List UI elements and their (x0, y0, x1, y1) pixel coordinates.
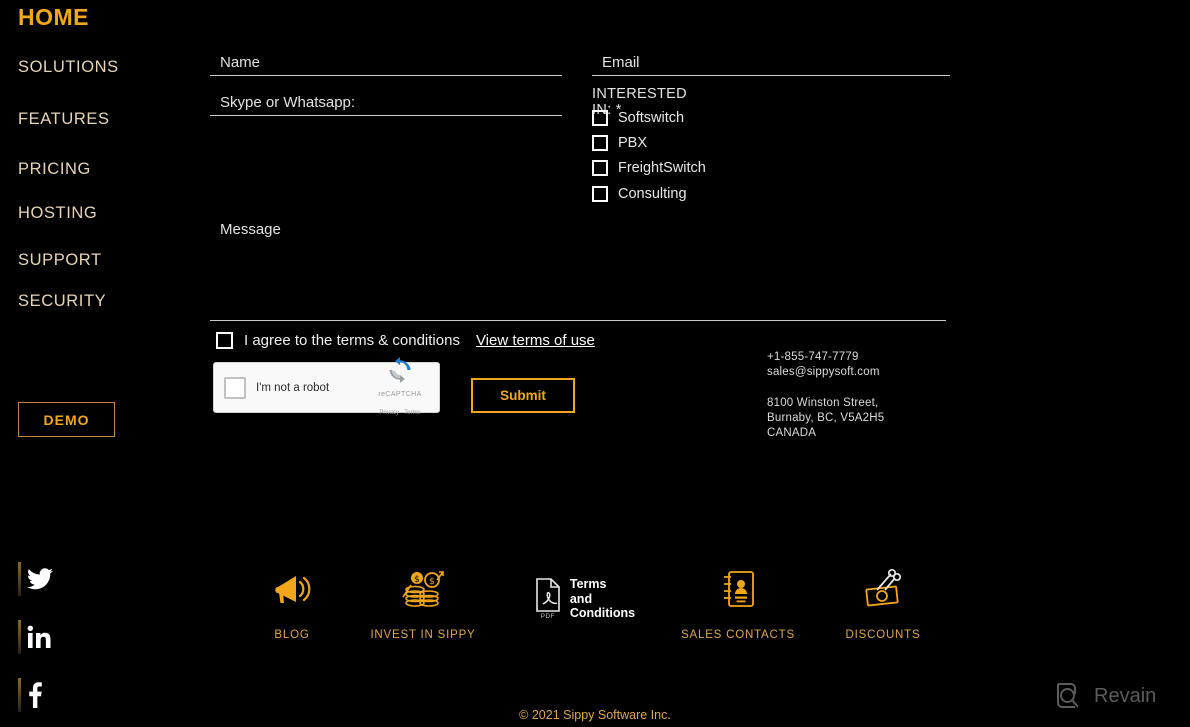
contact-info-block: +1-855-747-7779 sales@sippysoft.com 8100… (767, 350, 884, 441)
sidebar-item-security[interactable]: SECURITY (18, 292, 106, 311)
footer-link-sales-label: SALES CONTACTS (681, 629, 795, 641)
message-field-placeholder: Message (220, 221, 281, 238)
footer-links: BLOG $ $ INVEST IN SIPPY PDF Terms and C… (0, 555, 1190, 665)
contact-phone[interactable]: +1-855-747-7779 (767, 350, 884, 365)
submit-button[interactable]: Submit (471, 378, 575, 413)
address-book-icon (717, 563, 759, 619)
terms-line3: Conditions (569, 606, 636, 620)
revain-logo-icon (1057, 683, 1079, 708)
footer-link-invest-label: INVEST IN SIPPY (370, 629, 476, 641)
contact-address-line1: 8100 Winston Street, (767, 397, 879, 409)
interest-label-consulting: Consulting (618, 186, 687, 202)
page-root: HOME SOLUTIONS FEATURES PRICING HOSTING … (0, 0, 1190, 727)
contact-spacer (767, 380, 884, 396)
footer-link-blog[interactable]: BLOG (242, 563, 342, 641)
svg-text:$: $ (414, 575, 420, 585)
footer-link-sales-contacts[interactable]: SALES CONTACTS (681, 563, 794, 641)
sidebar-item-hosting[interactable]: HOSTING (18, 204, 97, 223)
view-terms-of-use-link[interactable]: View terms of use (476, 332, 595, 349)
contact-email[interactable]: sales@sippysoft.com (767, 365, 884, 380)
terms-and-conditions-text: Terms and Conditions (570, 577, 635, 621)
name-field[interactable]: Name (210, 40, 562, 76)
revain-watermark-label: Revain (1094, 684, 1157, 707)
contact-address-line2: Burnaby, BC, V5A2H5 (767, 412, 885, 424)
megaphone-icon (268, 563, 316, 619)
email-field[interactable]: Email (592, 40, 950, 76)
recaptcha-brand-name: reCAPTCHA (378, 390, 422, 398)
interest-label-freightswitch: FreightSwitch (618, 160, 706, 176)
checkbox-consulting[interactable] (592, 186, 608, 202)
sidebar-item-home[interactable]: HOME (18, 4, 89, 31)
recaptcha-branding: reCAPTCHA Privacy - Terms (371, 356, 429, 419)
recaptcha-logo-icon (389, 356, 411, 383)
svg-text:$: $ (429, 577, 435, 587)
message-field-underline (210, 320, 946, 321)
agree-terms-row[interactable]: I agree to the terms & conditions View t… (216, 332, 595, 349)
sidebar-item-solutions[interactable]: SOLUTIONS (18, 58, 119, 77)
footer-link-terms-and-conditions[interactable]: PDF Terms and Conditions (520, 577, 650, 621)
skype-whatsapp-field[interactable]: Skype or Whatsapp: (210, 80, 562, 116)
agree-terms-text: I agree to the terms & conditions (244, 332, 460, 349)
facebook-icon (29, 682, 42, 708)
terms-line1: Terms (569, 577, 607, 591)
money-coins-icon: $ $ (398, 563, 448, 619)
footer-link-discounts[interactable]: DISCOUNTS (833, 563, 933, 641)
sidebar-item-features[interactable]: FEATURES (18, 110, 110, 129)
footer-link-discounts-label: DISCOUNTS (845, 629, 921, 641)
recaptcha-terms-text: Privacy - Terms (379, 409, 421, 416)
sidebar-item-pricing[interactable]: PRICING (18, 160, 91, 179)
interest-option-freightswitch[interactable]: FreightSwitch (592, 160, 706, 176)
skype-field-underline (210, 115, 562, 116)
interest-option-pbx[interactable]: PBX (592, 135, 647, 151)
checkbox-pbx[interactable] (592, 135, 608, 151)
coupon-scissors-icon (859, 563, 907, 619)
copyright-text: © 2021 Sippy Software Inc. (519, 708, 671, 722)
terms-line2: and (569, 591, 593, 606)
message-field[interactable]: Message (210, 215, 946, 321)
demo-button[interactable]: DEMO (18, 402, 115, 437)
sidebar-item-support[interactable]: SUPPORT (18, 251, 102, 270)
interest-option-softswitch[interactable]: Softswitch (592, 110, 684, 126)
recaptcha-checkbox[interactable] (224, 376, 246, 399)
skype-field-placeholder: Skype or Whatsapp: (220, 94, 356, 111)
email-field-underline (592, 75, 950, 76)
email-field-placeholder: Email (602, 54, 640, 71)
checkbox-agree-terms[interactable] (216, 332, 233, 349)
pdf-caption: PDF (540, 612, 556, 620)
name-field-underline (210, 75, 562, 76)
name-field-placeholder: Name (220, 54, 261, 71)
pdf-icon: PDF (535, 577, 561, 620)
contact-address-line3: CANADA (767, 427, 817, 439)
checkbox-softswitch[interactable] (592, 110, 608, 126)
revain-watermark: Revain (1055, 681, 1156, 711)
interest-option-consulting[interactable]: Consulting (592, 186, 687, 202)
footer-link-invest-in-sippy[interactable]: $ $ INVEST IN SIPPY (358, 563, 488, 641)
recaptcha-label: I'm not a robot (256, 381, 330, 394)
footer-link-blog-label: BLOG (274, 629, 310, 641)
recaptcha-widget[interactable]: I'm not a robot reCAPTCHA Privacy - Term… (213, 356, 440, 416)
interest-label-softswitch: Softswitch (618, 110, 685, 126)
checkbox-freightswitch[interactable] (592, 160, 608, 176)
interest-label-pbx: PBX (618, 135, 648, 151)
